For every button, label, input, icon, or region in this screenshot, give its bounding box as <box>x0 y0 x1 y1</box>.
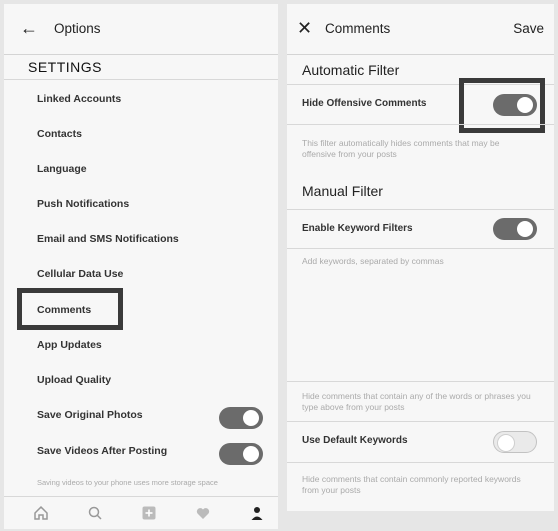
settings-item-label: Save Original Photos <box>37 409 143 421</box>
heart-icon[interactable] <box>192 503 214 523</box>
bottom-tab-bar <box>4 496 278 529</box>
profile-icon[interactable] <box>246 503 268 523</box>
settings-item-label: Linked Accounts <box>37 93 122 105</box>
save-original-photos-toggle[interactable] <box>219 407 263 429</box>
divider <box>287 124 554 125</box>
home-icon[interactable] <box>30 503 52 523</box>
settings-item-email-sms-notifications[interactable]: Email and SMS Notifications <box>4 224 278 258</box>
settings-item-label: App Updates <box>37 339 102 351</box>
comments-highlight-box <box>17 288 123 330</box>
back-arrow-icon[interactable]: ← <box>20 18 38 39</box>
settings-item-label: Upload Quality <box>37 374 112 386</box>
options-title: Options <box>54 21 101 36</box>
divider <box>4 79 278 80</box>
hide-offensive-note: This filter automatically hides comments… <box>302 138 500 159</box>
settings-item-upload-quality[interactable]: Upload Quality <box>4 365 278 399</box>
default-keywords-label: Use Default Keywords <box>302 435 408 446</box>
storage-note: Saving videos to your phone uses more st… <box>37 478 218 487</box>
hide-offensive-comments-label: Hide Offensive Comments <box>302 98 427 109</box>
options-header: ← Options <box>4 4 278 55</box>
default-keywords-toggle[interactable] <box>493 431 537 453</box>
settings-section-title: SETTINGS <box>28 59 103 75</box>
settings-item-label: Save Videos After Posting <box>37 445 168 457</box>
default-keywords-note: Hide comments that contain commonly repo… <box>302 474 521 495</box>
options-screen: ← Options SETTINGS Linked Accounts Conta… <box>4 4 278 529</box>
settings-item-app-updates[interactable]: App Updates <box>4 330 278 364</box>
comments-header: ✕ Comments Save <box>287 4 554 55</box>
settings-item-linked-accounts[interactable]: Linked Accounts <box>4 84 278 118</box>
settings-item-label: Contacts <box>37 128 82 140</box>
settings-item-contacts[interactable]: Contacts <box>4 119 278 153</box>
keyword-filters-label: Enable Keyword Filters <box>302 223 413 234</box>
search-icon[interactable] <box>84 503 106 523</box>
toggle-knob <box>517 221 533 237</box>
keyword-filters-row: Enable Keyword Filters <box>287 210 554 248</box>
save-videos-toggle[interactable] <box>219 443 263 465</box>
settings-item-label: Language <box>37 163 87 175</box>
divider <box>287 381 554 382</box>
default-keywords-row: Use Default Keywords <box>287 422 554 460</box>
settings-item-language[interactable]: Language <box>4 154 278 188</box>
add-post-icon[interactable] <box>138 503 160 523</box>
automatic-filter-heading: Automatic Filter <box>302 62 400 78</box>
settings-item-label: Cellular Data Use <box>37 268 124 280</box>
keyword-input[interactable]: Add keywords, separated by commas <box>302 256 532 376</box>
settings-item-save-videos-after-posting: Save Videos After Posting <box>4 436 278 470</box>
settings-item-push-notifications[interactable]: Push Notifications <box>4 189 278 223</box>
comments-screen: ✕ Comments Save Automatic Filter Hide Of… <box>287 4 554 511</box>
save-button[interactable]: Save <box>513 21 544 36</box>
toggle-knob <box>497 434 515 452</box>
toggle-knob <box>243 410 259 426</box>
close-icon[interactable]: ✕ <box>297 18 312 39</box>
settings-item-label: Email and SMS Notifications <box>37 233 179 245</box>
comments-title: Comments <box>325 21 391 36</box>
keyword-note: Hide comments that contain any of the wo… <box>302 391 531 412</box>
settings-item-label: Push Notifications <box>37 198 130 210</box>
divider <box>287 462 554 463</box>
keyword-filters-toggle[interactable] <box>493 218 537 240</box>
divider <box>287 248 554 249</box>
toggle-knob <box>243 446 259 462</box>
settings-item-save-original-photos: Save Original Photos <box>4 400 278 434</box>
manual-filter-heading: Manual Filter <box>302 183 383 199</box>
